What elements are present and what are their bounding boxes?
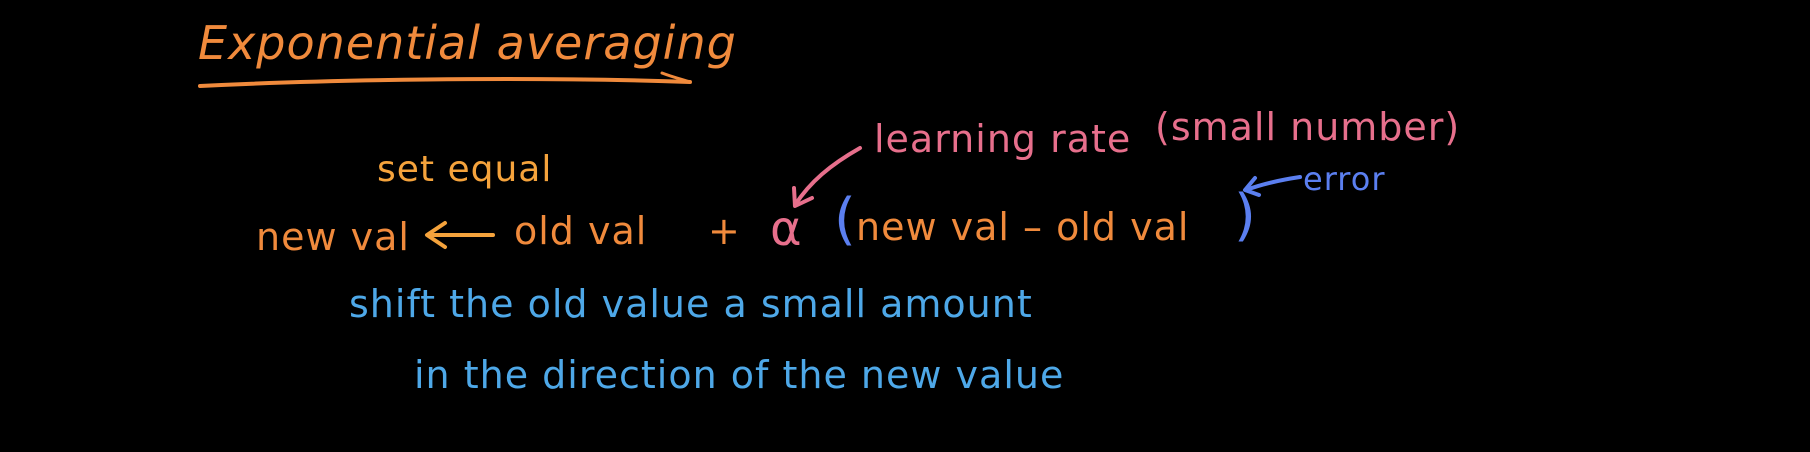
explanation-line-1: shift the old value a small amount (349, 282, 1033, 326)
learning-rate-label: learning rate (874, 117, 1132, 161)
page-title: Exponential averaging (198, 16, 737, 70)
set-equal-label: set equal (377, 149, 553, 190)
error-label: error (1303, 160, 1386, 198)
left-arrow-icon (425, 221, 495, 249)
error-term: new val – old val (856, 205, 1190, 249)
paren-close: ) (1234, 183, 1257, 248)
equation-plus: + (708, 209, 741, 253)
title-underline (198, 77, 692, 88)
learning-rate-note: (small number) (1155, 105, 1461, 149)
equation-lhs: new val (256, 215, 410, 259)
paren-open: ( (834, 187, 857, 252)
alpha-symbol: α (770, 201, 803, 257)
equation-old-val: old val (514, 209, 648, 253)
explanation-line-2: in the direction of the new value (414, 353, 1065, 397)
